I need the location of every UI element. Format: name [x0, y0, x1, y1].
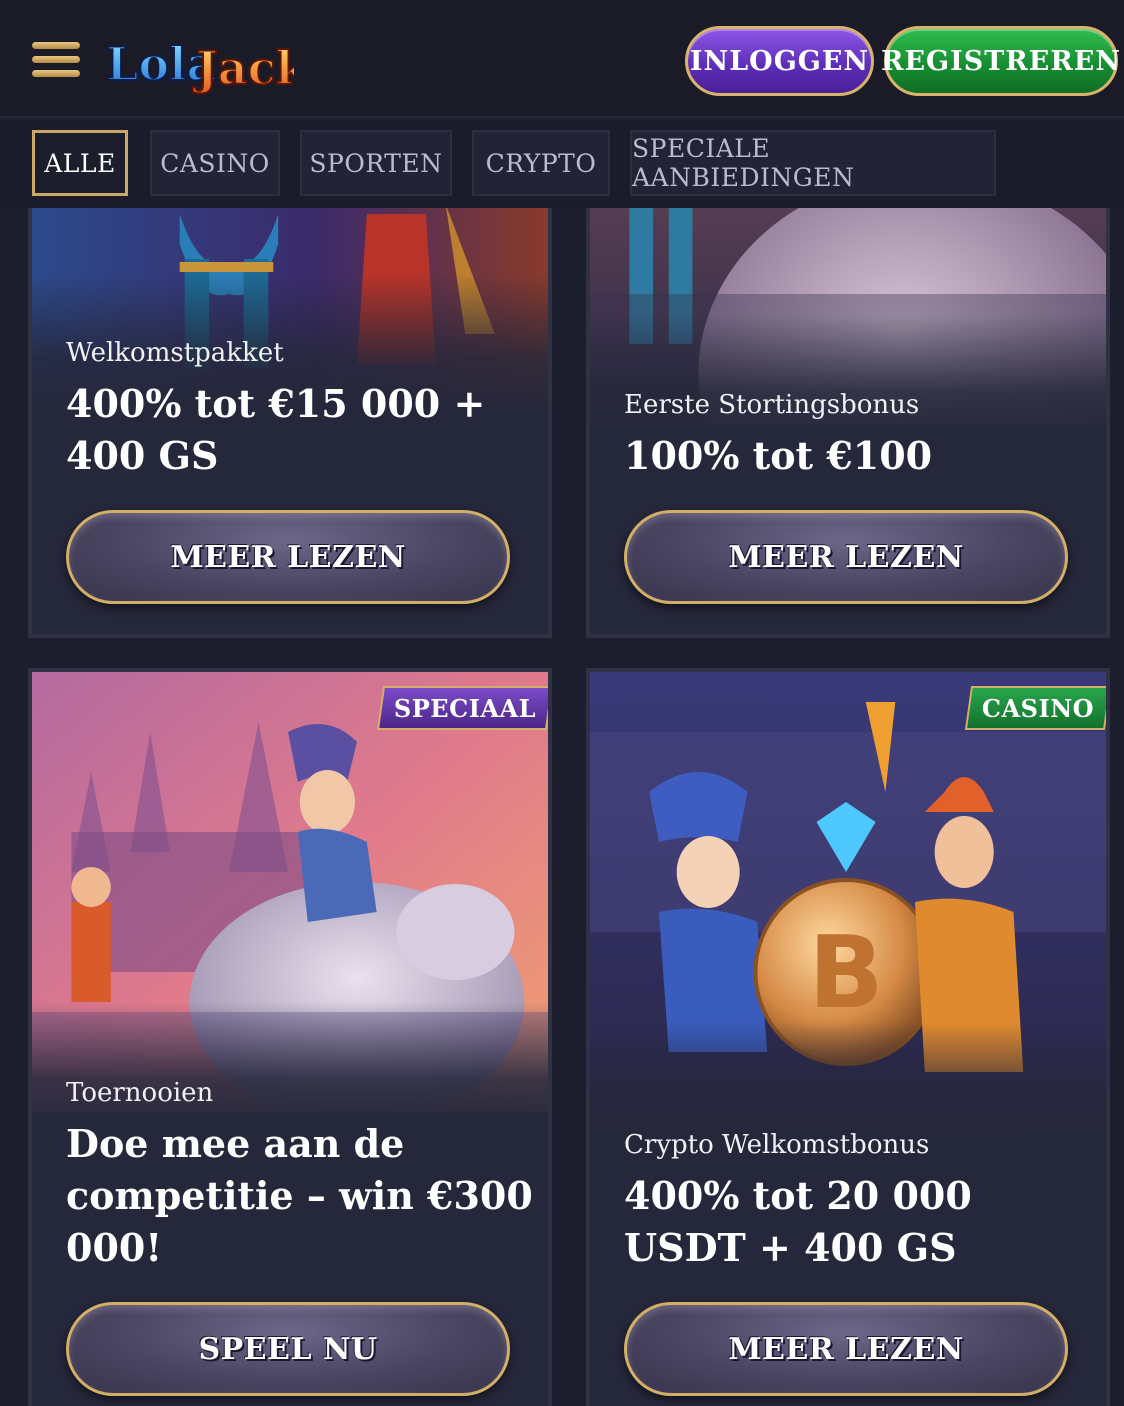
promo-card: Eerste Stortingsbonus 100% tot €100 MEER…: [586, 180, 1110, 638]
category-tabs: ALLE CASINO SPORTEN CRYPTO SPECIALE AANB…: [0, 120, 1124, 208]
card-subtitle: Toernooien: [66, 1078, 214, 1108]
tab-crypto[interactable]: CRYPTO: [472, 130, 610, 196]
card-title: Doe mee aan de competitie – win €300 000…: [66, 1121, 533, 1270]
card-subtitle: Eerste Stortingsbonus: [624, 390, 920, 420]
svg-text:B: B: [809, 915, 884, 1031]
tab-speciale-aanbiedingen[interactable]: SPECIALE AANBIEDINGEN: [630, 130, 996, 196]
read-more-button[interactable]: MEER LEZEN: [624, 1302, 1068, 1396]
card-subtitle: Welkomstpakket: [66, 338, 284, 368]
play-now-button[interactable]: SPEEL NU: [66, 1302, 510, 1396]
hamburger-menu-icon[interactable]: [32, 42, 80, 78]
promo-card: B CASINO Crypto Welkomstbonus 400% tot 2…: [586, 668, 1110, 1406]
svg-text:Jack: Jack: [192, 41, 294, 95]
read-more-button[interactable]: MEER LEZEN: [66, 510, 510, 604]
top-header: Lola Jack INLOGGEN REGISTREREN: [0, 0, 1124, 118]
card-title: 400% tot 20 000 USDT + 400 GS: [624, 1173, 972, 1270]
tab-sporten[interactable]: SPORTEN: [300, 130, 452, 196]
tab-casino[interactable]: CASINO: [150, 130, 280, 196]
promo-card: SPECIAAL Toernooien Doe mee aan de compe…: [28, 668, 552, 1406]
promo-card: Welkomstpakket 400% tot €15 000 + 400 GS…: [28, 180, 552, 638]
lolajack-logo[interactable]: Lola Jack: [104, 22, 294, 98]
special-badge: SPECIAAL: [376, 686, 548, 730]
casino-badge: CASINO: [964, 686, 1106, 730]
read-more-button[interactable]: MEER LEZEN: [624, 510, 1068, 604]
card-title: 100% tot €100: [624, 433, 933, 478]
card-subtitle: Crypto Welkomstbonus: [624, 1130, 930, 1160]
tab-alle[interactable]: ALLE: [32, 130, 128, 196]
card-title: 400% tot €15 000 + 400 GS: [66, 381, 486, 478]
register-button[interactable]: REGISTREREN: [881, 26, 1120, 96]
login-button[interactable]: INLOGGEN: [685, 26, 874, 96]
